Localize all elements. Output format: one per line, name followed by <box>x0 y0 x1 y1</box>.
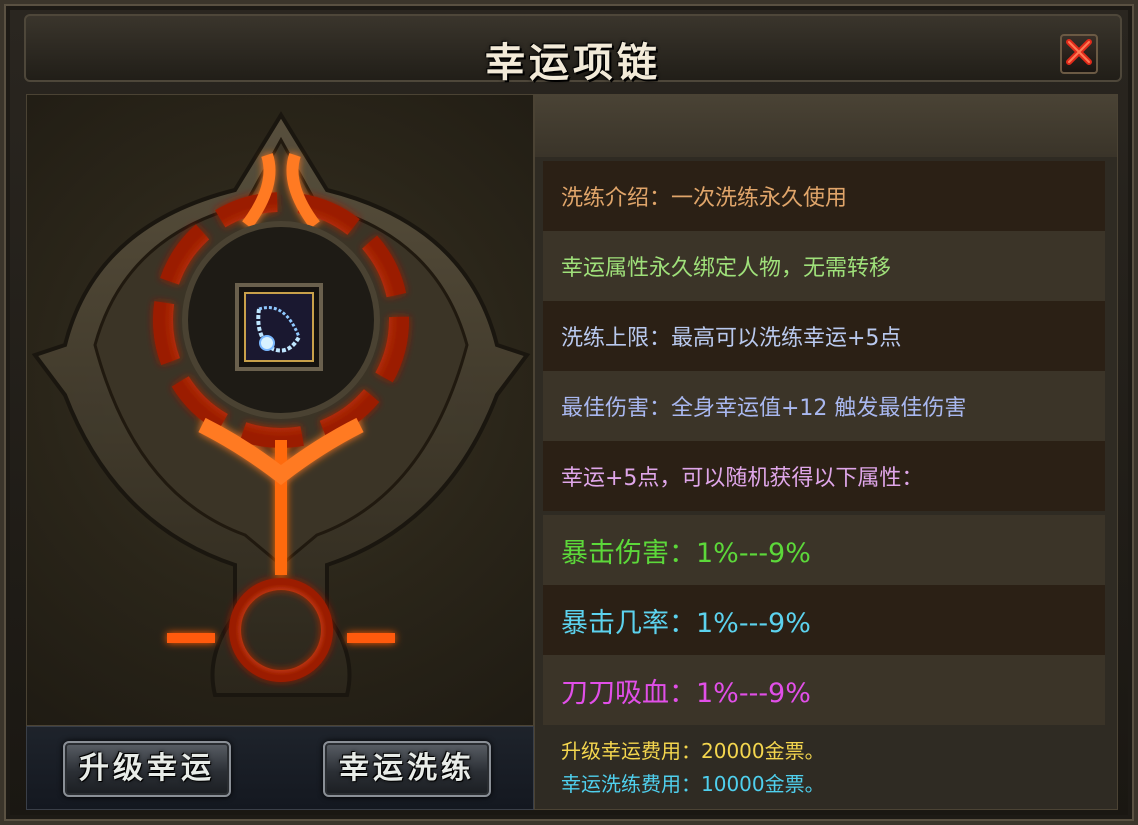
upgrade-cost-text: 升级幸运费用：20000金票。 <box>561 739 825 763</box>
info-text: 洗练上限：最高可以洗练幸运+5点 <box>561 326 902 351</box>
attr-row-crit-damage: 暴击伤害：1%---9% <box>543 515 1105 585</box>
attr-text: 暴击几率：1%---9% <box>561 607 811 639</box>
window-title: 幸运项链 <box>485 39 661 86</box>
necklace-display-panel <box>26 94 534 726</box>
upgrade-luck-button[interactable]: 升级幸运 <box>63 741 231 797</box>
refine-luck-button[interactable]: 幸运洗练 <box>323 741 491 797</box>
close-button[interactable] <box>1060 34 1098 74</box>
necklace-icon[interactable] <box>245 293 313 361</box>
attr-row-crit-rate: 暴击几率：1%---9% <box>543 585 1105 655</box>
attr-row-lifesteal: 刀刀吸血：1%---9% <box>543 655 1105 725</box>
info-row-best-damage: 最佳伤害：全身幸运值+12 触发最佳伤害 <box>543 371 1105 441</box>
info-header-strip <box>535 95 1117 157</box>
info-text: 幸运属性永久绑定人物，无需转移 <box>561 256 892 281</box>
refine-cost-text: 幸运洗练费用：10000金票。 <box>561 772 825 796</box>
cost-info: 升级幸运费用：20000金票。 幸运洗练费用：10000金票。 <box>561 735 825 801</box>
info-text: 最佳伤害：全身幸运值+12 触发最佳伤害 <box>561 396 967 421</box>
info-row-limit: 洗练上限：最高可以洗练幸运+5点 <box>543 301 1105 371</box>
info-row-binding: 幸运属性永久绑定人物，无需转移 <box>543 231 1105 301</box>
attr-text: 暴击伤害：1%---9% <box>561 537 811 569</box>
info-text: 洗练介绍：一次洗练永久使用 <box>561 186 848 211</box>
close-x-icon <box>1065 38 1093 70</box>
luck-necklace-window: 幸运项链 升级幸运 幸运洗练 洗练介绍：一次洗练永久使用 幸运属性永久绑定人物，… <box>0 0 1138 825</box>
lava-amulet-art <box>31 111 531 697</box>
info-row-random-attrs: 幸运+5点，可以随机获得以下属性： <box>543 441 1105 511</box>
title-bar: 幸运项链 <box>24 14 1122 86</box>
action-button-bar: 升级幸运 幸运洗练 <box>26 726 534 810</box>
info-panel: 洗练介绍：一次洗练永久使用 幸运属性永久绑定人物，无需转移 洗练上限：最高可以洗… <box>534 94 1118 810</box>
attr-text: 刀刀吸血：1%---9% <box>561 677 811 709</box>
info-text: 幸运+5点，可以随机获得以下属性： <box>561 466 924 491</box>
info-row-intro: 洗练介绍：一次洗练永久使用 <box>543 161 1105 231</box>
